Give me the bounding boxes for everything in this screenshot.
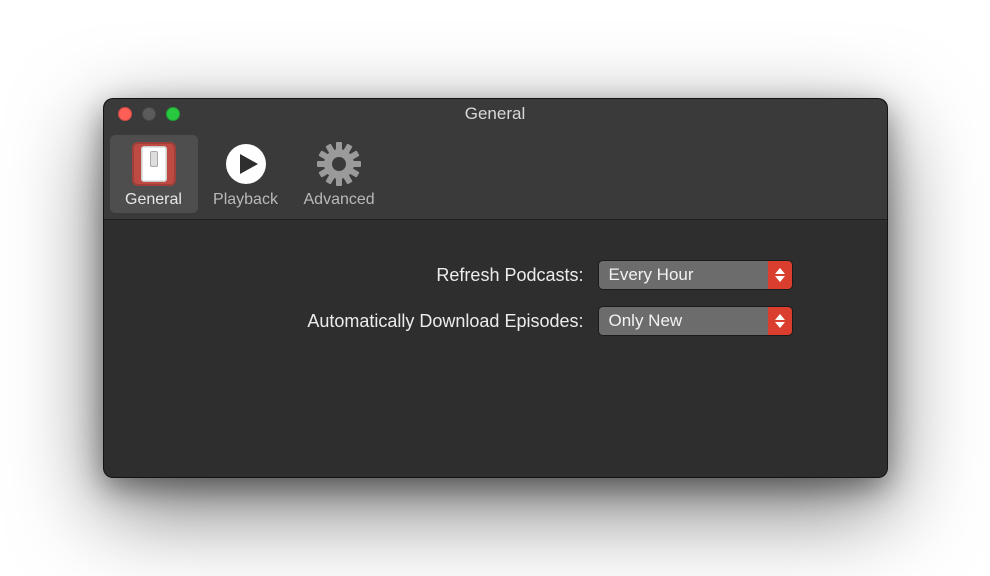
- traffic-lights: [118, 107, 180, 121]
- tab-label: Playback: [213, 191, 278, 209]
- tab-label: Advanced: [304, 191, 375, 209]
- refresh-select-value: Every Hour: [599, 261, 768, 289]
- refresh-select[interactable]: Every Hour: [598, 260, 793, 290]
- settings-panel: Refresh Podcasts: Every Hour Automatical…: [104, 220, 887, 366]
- download-label: Automatically Download Episodes:: [144, 311, 584, 332]
- tab-label: General: [125, 191, 182, 209]
- tab-advanced[interactable]: Advanced: [294, 135, 385, 213]
- preferences-window: General General Playback: [103, 98, 888, 478]
- download-select-value: Only New: [599, 307, 768, 335]
- titlebar[interactable]: General: [104, 99, 887, 129]
- download-select[interactable]: Only New: [598, 306, 793, 336]
- minimize-button[interactable]: [142, 107, 156, 121]
- tab-general[interactable]: General: [110, 135, 198, 213]
- preferences-toolbar: General Playback: [104, 129, 887, 220]
- tab-playback[interactable]: Playback: [202, 135, 290, 213]
- updown-icon: [768, 261, 792, 289]
- setting-row-refresh: Refresh Podcasts: Every Hour: [144, 260, 847, 290]
- play-icon: [223, 141, 269, 187]
- zoom-button[interactable]: [166, 107, 180, 121]
- close-button[interactable]: [118, 107, 132, 121]
- window-title: General: [104, 104, 887, 124]
- refresh-label: Refresh Podcasts:: [144, 265, 584, 286]
- setting-row-download: Automatically Download Episodes: Only Ne…: [144, 306, 847, 336]
- gear-icon: [316, 141, 362, 187]
- general-icon: [131, 141, 177, 187]
- updown-icon: [768, 307, 792, 335]
